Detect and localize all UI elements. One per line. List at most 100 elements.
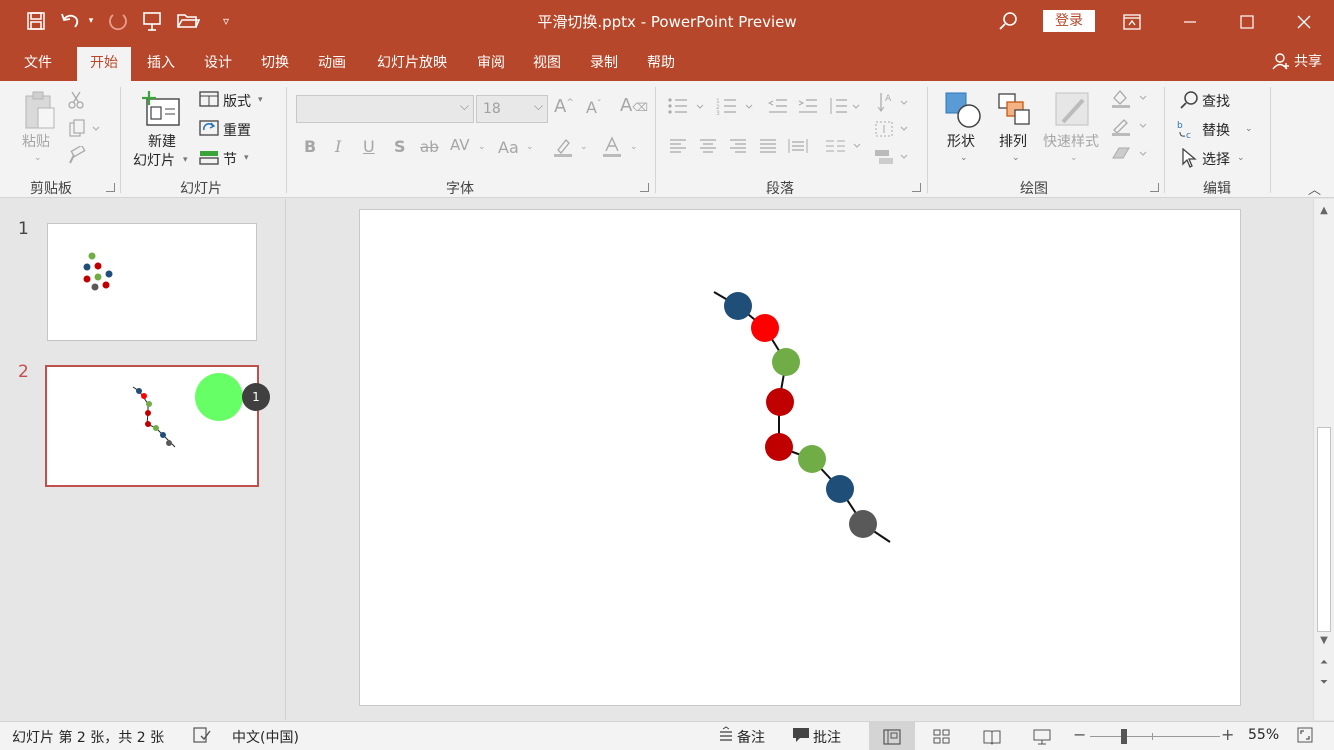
- share-button[interactable]: 共享: [1272, 51, 1322, 71]
- tab-transitions[interactable]: 切换: [253, 47, 297, 81]
- replace-label[interactable]: 替换: [1202, 120, 1230, 140]
- signin-button[interactable]: 登录: [1043, 10, 1095, 32]
- scroll-up-icon[interactable]: ▲: [1316, 203, 1332, 219]
- shapes-icon[interactable]: [942, 89, 984, 131]
- quick-styles-dropdown-icon[interactable]: ⌄: [1070, 153, 1078, 163]
- shapes-label[interactable]: 形状: [947, 131, 975, 151]
- collapse-ribbon-icon[interactable]: ︿: [1308, 179, 1321, 198]
- fit-to-window-icon[interactable]: [1296, 726, 1314, 748]
- shape-fill-icon[interactable]: [1108, 87, 1150, 109]
- arrange-label[interactable]: 排列: [999, 131, 1027, 151]
- normal-view-icon[interactable]: [869, 722, 915, 750]
- new-slide-label-2[interactable]: 幻灯片: [133, 150, 175, 170]
- increase-indent-icon[interactable]: [796, 95, 820, 117]
- format-painter-icon[interactable]: [64, 145, 88, 167]
- bead-red-1[interactable]: [751, 314, 779, 342]
- present-from-start-icon[interactable]: [140, 8, 164, 34]
- shape-outline-icon[interactable]: [1108, 115, 1150, 137]
- slideshow-view-icon[interactable]: [1019, 722, 1065, 750]
- undo-icon[interactable]: [58, 8, 82, 34]
- notes-icon[interactable]: [718, 726, 734, 748]
- align-center-icon[interactable]: [696, 135, 720, 157]
- open-folder-icon[interactable]: [176, 8, 200, 34]
- font-launcher-icon[interactable]: [640, 183, 649, 192]
- decrease-font-size-icon[interactable]: Aˇ: [586, 98, 601, 117]
- comment-icon[interactable]: [792, 726, 810, 748]
- clear-formatting-icon[interactable]: A⌫: [620, 95, 648, 116]
- bead-gray-1[interactable]: [849, 510, 877, 538]
- tab-home[interactable]: 开始: [77, 47, 131, 81]
- shape-effects-icon[interactable]: [1108, 143, 1150, 165]
- arrange-icon[interactable]: [994, 89, 1036, 131]
- tab-view[interactable]: 视图: [525, 47, 569, 81]
- zoom-slider-track[interactable]: [1090, 736, 1220, 737]
- tab-design[interactable]: 设计: [196, 47, 240, 81]
- new-slide-label[interactable]: 新建: [148, 131, 176, 151]
- paragraph-launcher-icon[interactable]: [912, 183, 921, 192]
- section-icon[interactable]: [198, 147, 220, 167]
- bead-green-2[interactable]: [798, 445, 826, 473]
- font-name-box[interactable]: ⌵: [296, 95, 474, 123]
- section-label[interactable]: 节: [223, 149, 237, 169]
- find-icon[interactable]: [1178, 89, 1200, 111]
- notes-button[interactable]: 备注: [737, 727, 765, 747]
- new-slide-icon[interactable]: [140, 87, 184, 131]
- tab-animations[interactable]: 动画: [310, 47, 354, 81]
- paste-icon[interactable]: [20, 89, 60, 133]
- tab-help[interactable]: 帮助: [639, 47, 683, 81]
- bead-blue-2[interactable]: [826, 475, 854, 503]
- font-color-dropdown-icon[interactable]: ⌄: [630, 142, 638, 152]
- replace-dropdown-icon[interactable]: ⌄: [1245, 124, 1253, 134]
- numbering-icon[interactable]: 123: [714, 95, 756, 117]
- spacing-dropdown-icon[interactable]: ⌄: [478, 142, 486, 152]
- tab-slideshow[interactable]: 幻灯片放映: [367, 47, 457, 81]
- smartart-icon[interactable]: [872, 145, 910, 169]
- columns-icon[interactable]: [822, 135, 864, 157]
- zoom-level[interactable]: 55%: [1248, 727, 1279, 743]
- justify-icon[interactable]: [756, 135, 780, 157]
- bead-string-line[interactable]: [713, 291, 891, 543]
- vertical-scrollbar[interactable]: ▲ ▼ ⏶ ⏷: [1313, 199, 1334, 720]
- chevron-down-icon[interactable]: ⌵: [460, 99, 469, 114]
- slide-thumbnail-1[interactable]: [47, 223, 257, 341]
- language-status[interactable]: 中文(中国): [232, 727, 299, 747]
- maximize-icon[interactable]: [1224, 0, 1270, 43]
- highlight-icon[interactable]: [550, 135, 576, 159]
- shapes-dropdown-icon[interactable]: ⌄: [960, 153, 968, 163]
- quick-styles-icon[interactable]: [1052, 89, 1094, 131]
- align-left-icon[interactable]: [666, 135, 690, 157]
- text-shadow-button[interactable]: S: [394, 137, 406, 156]
- tab-insert[interactable]: 插入: [139, 47, 183, 81]
- text-direction-icon[interactable]: A: [872, 89, 910, 115]
- minimize-icon[interactable]: [1167, 0, 1213, 43]
- clipboard-launcher-icon[interactable]: [106, 183, 115, 192]
- highlight-dropdown-icon[interactable]: ⌄: [580, 142, 588, 152]
- tab-review[interactable]: 审阅: [469, 47, 513, 81]
- find-label[interactable]: 查找: [1202, 91, 1230, 111]
- case-dropdown-icon[interactable]: ⌄: [526, 142, 534, 152]
- select-label[interactable]: 选择: [1202, 149, 1230, 169]
- line-spacing-icon[interactable]: [826, 95, 862, 117]
- save-icon[interactable]: [24, 8, 48, 34]
- italic-button[interactable]: I: [335, 137, 341, 156]
- increase-font-size-icon[interactable]: A^: [554, 96, 574, 117]
- decrease-indent-icon[interactable]: [766, 95, 790, 117]
- select-cursor-icon[interactable]: [1178, 147, 1200, 169]
- next-slide-icon[interactable]: ⏷: [1316, 675, 1332, 691]
- font-size-box[interactable]: 18 ⌵: [476, 95, 548, 123]
- zoom-in-icon[interactable]: +: [1221, 725, 1234, 744]
- select-dropdown-icon[interactable]: ⌄: [1237, 153, 1245, 163]
- close-icon[interactable]: [1281, 0, 1327, 43]
- bead-darkred-1[interactable]: [766, 388, 794, 416]
- layout-dropdown-icon[interactable]: ▾: [258, 95, 263, 105]
- strikethrough-button[interactable]: ab: [420, 138, 439, 156]
- align-right-icon[interactable]: [726, 135, 750, 157]
- bead-darkred-2[interactable]: [765, 433, 793, 461]
- chevron-down-icon[interactable]: ⌵: [534, 99, 543, 114]
- replace-icon[interactable]: bc: [1176, 117, 1200, 141]
- ribbon-display-options-icon[interactable]: [1109, 0, 1155, 43]
- layout-label[interactable]: 版式: [223, 91, 251, 111]
- customize-qat-icon[interactable]: ▿: [214, 8, 238, 34]
- scroll-thumb[interactable]: [1317, 427, 1331, 632]
- layout-icon[interactable]: [198, 89, 220, 109]
